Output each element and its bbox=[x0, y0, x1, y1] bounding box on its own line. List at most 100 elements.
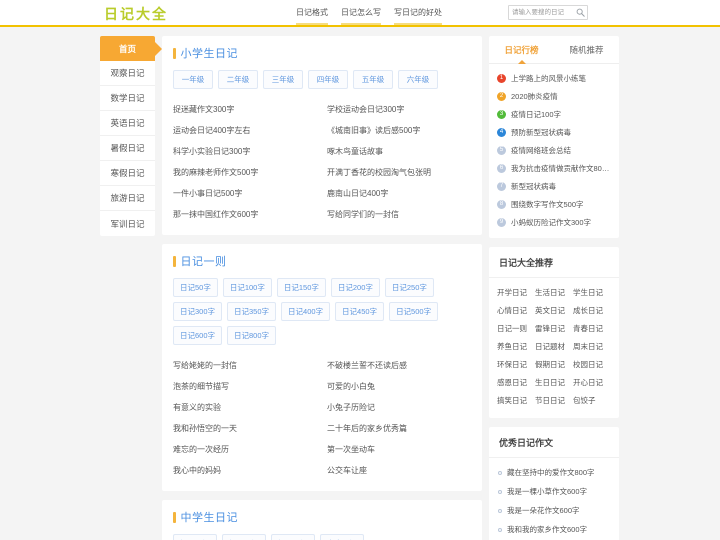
tag-grade-6[interactable]: 六年级 bbox=[398, 70, 438, 89]
tag-senior[interactable]: 高中日记 bbox=[320, 534, 364, 540]
tag-wordcount[interactable]: 日记100字 bbox=[222, 278, 272, 297]
tag-grade-3[interactable]: 三年级 bbox=[263, 70, 303, 89]
tag-grade-5[interactable]: 五年级 bbox=[353, 70, 393, 89]
rank-item[interactable]: 2 2020肺炎疫情 bbox=[497, 87, 611, 105]
rank-item[interactable]: 5 疫情网络班会总结 bbox=[497, 141, 611, 159]
article-link[interactable]: 难忘的一次经历 bbox=[173, 439, 317, 460]
sidebar-item-winter[interactable]: 寒假日记 bbox=[100, 161, 155, 186]
sidebar-item-military[interactable]: 军训日记 bbox=[100, 211, 155, 236]
article-link[interactable]: 《城南旧事》读后感500字 bbox=[327, 120, 471, 141]
recommend-link[interactable]: 英文日记 bbox=[535, 302, 573, 320]
article-link[interactable]: 啄木鸟童话故事 bbox=[327, 141, 471, 162]
rank-item[interactable]: 6 我为抗击疫情做贡献作文800字 bbox=[497, 159, 611, 177]
article-link[interactable]: 捉迷藏作文300字 bbox=[173, 99, 317, 120]
rank-item[interactable]: 8 围绕数字写作文500字 bbox=[497, 195, 611, 213]
recommend-link[interactable]: 日记题材 bbox=[535, 338, 573, 356]
rank-item[interactable]: 4 预防新型冠状病毒 bbox=[497, 123, 611, 141]
article-link[interactable]: 写给同学们的一封信 bbox=[327, 204, 471, 225]
article-link[interactable]: 写给姥姥的一封信 bbox=[173, 355, 317, 376]
article-list: 捉迷藏作文300字 学校运动会日记300字 运动会日记400字左右 《城南旧事》… bbox=[173, 99, 471, 225]
article-link[interactable]: 科学小实验日记300字 bbox=[173, 141, 317, 162]
tag-junior-2[interactable]: 初二日记 bbox=[222, 534, 266, 540]
tag-wordcount[interactable]: 日记400字 bbox=[281, 302, 331, 321]
recommend-link[interactable]: 青春日记 bbox=[573, 320, 611, 338]
article-link[interactable]: 第一次坐动车 bbox=[327, 439, 471, 460]
nav-item-0[interactable]: 日记格式 bbox=[296, 7, 328, 25]
article-link[interactable]: 鹿南山日记400字 bbox=[327, 183, 471, 204]
tag-wordcount[interactable]: 日记150字 bbox=[276, 278, 326, 297]
article-link[interactable]: 小兔子历险记 bbox=[327, 397, 471, 418]
recommend-link[interactable]: 开学日记 bbox=[497, 284, 535, 302]
nav-item-1[interactable]: 日记怎么写 bbox=[341, 7, 381, 25]
search-icon[interactable] bbox=[573, 6, 587, 19]
rank-item[interactable]: 3 疫情日记100字 bbox=[497, 105, 611, 123]
tag-wordcount[interactable]: 日记250字 bbox=[384, 278, 434, 297]
recommend-link[interactable]: 学生日记 bbox=[573, 284, 611, 302]
article-link[interactable]: 可爱的小白兔 bbox=[327, 376, 471, 397]
nav-item-2[interactable]: 写日记的好处 bbox=[394, 7, 442, 25]
tag-wordcount[interactable]: 日记600字 bbox=[173, 326, 223, 345]
site-logo[interactable]: 日记大全 bbox=[104, 4, 168, 24]
essay-item[interactable]: 藏在坚持中的爱作文800字 bbox=[498, 463, 610, 482]
recommend-link[interactable]: 日记一则 bbox=[497, 320, 535, 338]
recommend-link[interactable]: 环保日记 bbox=[497, 356, 535, 374]
article-link[interactable]: 运动会日记400字左右 bbox=[173, 120, 317, 141]
essay-item[interactable]: 我是一棵小草作文600字 bbox=[498, 482, 610, 501]
tag-wordcount[interactable]: 日记200字 bbox=[330, 278, 380, 297]
tag-wordcount[interactable]: 日记450字 bbox=[335, 302, 385, 321]
tag-wordcount[interactable]: 日记800字 bbox=[227, 326, 277, 345]
rank-item[interactable]: 1 上学路上的风景小练笔 bbox=[497, 69, 611, 87]
recommend-link[interactable]: 生日日记 bbox=[535, 374, 573, 392]
recommend-link[interactable]: 包饺子 bbox=[573, 392, 611, 410]
article-link[interactable]: 学校运动会日记300字 bbox=[327, 99, 471, 120]
recommend-link[interactable]: 校园日记 bbox=[573, 356, 611, 374]
rank-item[interactable]: 9 小蚂蚁历险记作文300字 bbox=[497, 213, 611, 231]
tag-grade-2[interactable]: 二年级 bbox=[218, 70, 258, 89]
tab-ranking[interactable]: 日记行榜 bbox=[489, 36, 554, 63]
rank-item[interactable]: 7 新型冠状病毒 bbox=[497, 177, 611, 195]
recommend-link[interactable]: 感恩日记 bbox=[497, 374, 535, 392]
article-link[interactable]: 二十年后的家乡优秀篇 bbox=[327, 418, 471, 439]
recommend-link[interactable]: 假期日记 bbox=[535, 356, 573, 374]
article-link[interactable]: 我心中的妈妈 bbox=[173, 460, 317, 481]
tag-wordcount[interactable]: 日记50字 bbox=[173, 278, 218, 297]
recommend-link[interactable]: 雷锋日记 bbox=[535, 320, 573, 338]
recommend-link[interactable]: 节日日记 bbox=[535, 392, 573, 410]
recommend-link[interactable]: 心情日记 bbox=[497, 302, 535, 320]
article-link[interactable]: 公交车让座 bbox=[327, 460, 471, 481]
essay-item[interactable]: 我和我的家乡作文600字 bbox=[498, 520, 610, 539]
article-link[interactable]: 我和孙悟空的一天 bbox=[173, 418, 317, 439]
tag-wordcount[interactable]: 日记500字 bbox=[389, 302, 439, 321]
sidebar-item-home[interactable]: 首页 bbox=[100, 36, 155, 61]
article-link[interactable]: 我的麻辣老师作文500字 bbox=[173, 162, 317, 183]
recommend-link[interactable]: 成长日记 bbox=[573, 302, 611, 320]
tag-junior-3[interactable]: 初三日记 bbox=[271, 534, 315, 540]
recommend-link[interactable]: 养鱼日记 bbox=[497, 338, 535, 356]
tag-grade-4[interactable]: 四年级 bbox=[308, 70, 348, 89]
tag-wordcount[interactable]: 日记300字 bbox=[173, 302, 223, 321]
article-link[interactable]: 开满丁香花的校园淘气包张明 bbox=[327, 162, 471, 183]
recommend-link[interactable]: 生活日记 bbox=[535, 284, 573, 302]
tag-junior-1[interactable]: 初一日记 bbox=[173, 534, 217, 540]
tag-wordcount[interactable]: 日记350字 bbox=[227, 302, 277, 321]
article-link[interactable]: 一件小事日记500字 bbox=[173, 183, 317, 204]
article-link[interactable]: 泡茶的细节描写 bbox=[173, 376, 317, 397]
recommend-link[interactable]: 搞笑日记 bbox=[497, 392, 535, 410]
sidebar-item-summer[interactable]: 暑假日记 bbox=[100, 136, 155, 161]
tab-random[interactable]: 随机推荐 bbox=[554, 36, 619, 63]
search-input[interactable] bbox=[509, 6, 573, 19]
recommend-link[interactable]: 开心日记 bbox=[573, 374, 611, 392]
sidebar-item-english[interactable]: 英语日记 bbox=[100, 111, 155, 136]
essay-label: 我是一朵花作文600字 bbox=[507, 506, 580, 515]
sidebar-item-travel[interactable]: 旅游日记 bbox=[100, 186, 155, 211]
rank-label: 疫情网络班会总结 bbox=[511, 145, 571, 155]
article-link[interactable]: 那一抹中国红作文600字 bbox=[173, 204, 317, 225]
grade-tag-row: 初一日记 初二日记 初三日记 高中日记 bbox=[173, 534, 471, 540]
sidebar-item-observe[interactable]: 观察日记 bbox=[100, 61, 155, 86]
article-link[interactable]: 有意义的实验 bbox=[173, 397, 317, 418]
recommend-link[interactable]: 周末日记 bbox=[573, 338, 611, 356]
sidebar-item-math[interactable]: 数学日记 bbox=[100, 86, 155, 111]
article-link[interactable]: 不破楼兰誓不还读后感 bbox=[327, 355, 471, 376]
essay-item[interactable]: 我是一朵花作文600字 bbox=[498, 501, 610, 520]
tag-grade-1[interactable]: 一年级 bbox=[173, 70, 213, 89]
